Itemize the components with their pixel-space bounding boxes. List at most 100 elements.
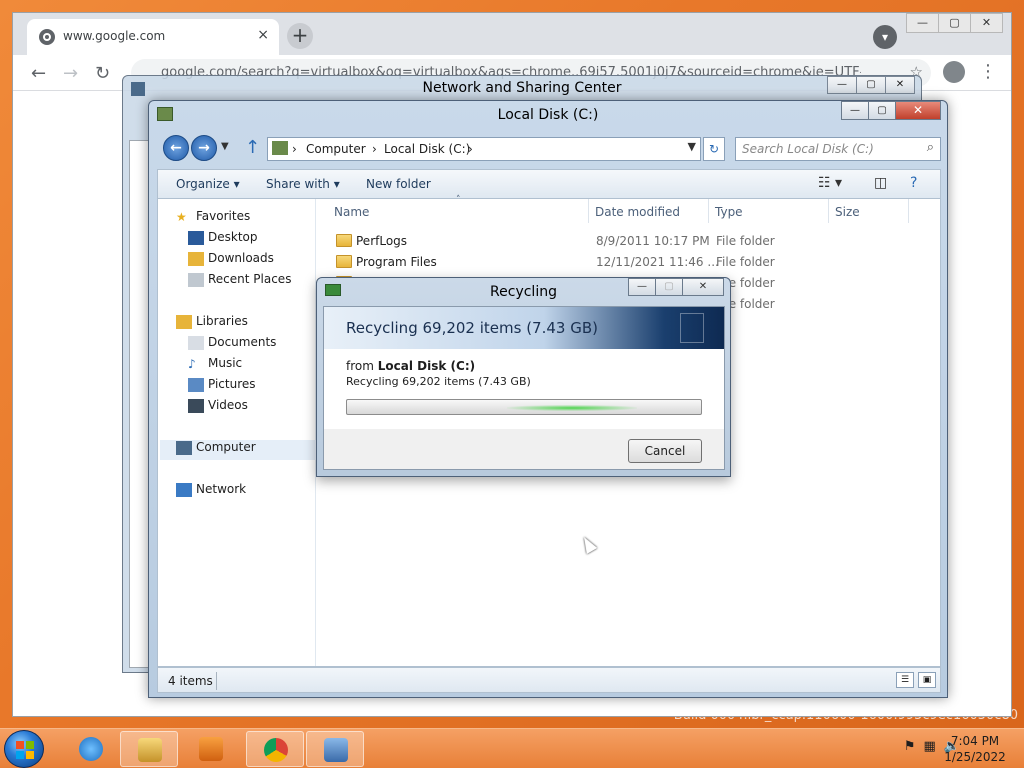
file-row[interactable]: Program Files 12/11/2021 11:46 ... File … [318,252,940,273]
nav-favorites[interactable]: ★ Favorites [176,209,250,229]
network-window-title: Network and Sharing Center [422,80,622,96]
nav-downloads[interactable]: Downloads [188,251,274,271]
source-drive: Local Disk (C:) [377,359,476,373]
desktop-icon [188,230,204,245]
large-icons-view-icon[interactable]: ▣ [918,672,936,688]
videos-icon [188,398,204,413]
breadcrumb-separator[interactable]: › [468,142,473,156]
preview-pane-icon[interactable]: ◫ [874,175,887,191]
file-row[interactable]: PerfLogs 8/9/2011 10:17 PM File folder [318,231,940,252]
address-bar-explorer[interactable]: › Computer › Local Disk (C:) › ▼ [267,137,701,161]
account-avatar[interactable] [943,61,965,83]
taskbar-ie[interactable] [62,731,120,767]
help-icon[interactable]: ? [910,175,917,191]
nav-network[interactable]: Network [176,482,246,502]
breadcrumb-separator[interactable]: › [292,142,297,156]
column-name[interactable]: Name [334,205,369,219]
dialog-minimize-button[interactable]: — [628,278,656,296]
taskbar-explorer[interactable] [120,731,178,767]
taskbar-chrome[interactable] [246,731,304,767]
network-maximize-button[interactable]: ▢ [856,76,886,94]
folder-icon [336,234,352,247]
action-center-icon[interactable]: ⚑ [904,739,916,754]
navigation-pane: ★ Favorites Desktop Downloads Recent Plac… [158,199,316,666]
chrome-menu-icon[interactable]: ⋮ [979,61,997,82]
explorer-search-input[interactable]: Search Local Disk (C:) ⌕ [735,137,941,161]
chrome-maximize-button[interactable]: ▢ [938,13,971,33]
share-with-menu[interactable]: Share with ▾ [266,177,340,191]
tab-close-button[interactable]: × [257,27,269,43]
explorer-minimize-button[interactable]: — [841,101,869,120]
nav-computer[interactable]: Computer [160,440,316,460]
forward-button[interactable]: → [191,135,217,161]
network-minimize-button[interactable]: — [827,76,857,94]
up-arrow-icon[interactable]: ↑ [245,137,260,158]
nav-videos[interactable]: Videos [188,398,248,418]
breadcrumb-local-disk[interactable]: Local Disk (C:) [384,142,470,156]
column-type[interactable]: Type [715,205,743,219]
chrome-close-button[interactable]: ✕ [970,13,1003,33]
change-view-icon[interactable]: ☷ ▾ [818,175,842,191]
explorer-title: Local Disk (C:) [497,107,599,123]
chrome-tabstrip: www.google.com × + ▾ — ▢ ✕ [13,13,1011,55]
clock-time: 7:04 PM [950,734,1000,748]
star-icon: ★ [176,209,187,224]
dialog-body: Recycling 69,202 items (7.43 GB) from Lo… [323,306,725,470]
nav-documents[interactable]: Documents [188,335,276,355]
forward-arrow-icon[interactable]: → [63,63,78,84]
taskbar: ⚑ ▦ 🔈 7:04 PM 1/25/2022 [0,728,1024,768]
organize-menu[interactable]: Organize ▾ [176,177,240,191]
tab-search-button[interactable]: ▾ [873,25,897,49]
dialog-close-button[interactable]: ✕ [682,278,724,296]
breadcrumb-separator[interactable]: › [372,142,377,156]
folder-icon [336,255,352,268]
progress-glow [507,405,637,411]
column-date-modified[interactable]: Date modified [595,205,680,219]
taskbar-media-player[interactable] [182,731,240,767]
globe-icon [39,29,55,45]
recent-pages-dropdown[interactable]: ▼ [221,141,229,152]
recent-places-icon [188,272,204,287]
new-tab-button[interactable]: + [287,23,313,49]
explorer-close-button[interactable]: ✕ [895,101,941,120]
start-button[interactable] [4,730,44,768]
back-arrow-icon[interactable]: ← [31,63,46,84]
column-divider[interactable] [828,199,829,223]
banner-decoration [680,313,704,343]
back-button[interactable]: ← [163,135,189,161]
media-player-icon [199,737,223,761]
chrome-tab[interactable]: www.google.com × [27,19,279,55]
dialog-banner: Recycling 69,202 items (7.43 GB) [324,307,724,349]
column-divider[interactable] [588,199,589,223]
explorer-navbar: ← → ▼ ↑ › Computer › Local Disk (C:) › ▼… [163,135,941,163]
network-tray-icon[interactable]: ▦ [924,739,936,754]
taskbar-clock[interactable]: 7:04 PM 1/25/2022 [940,733,1010,765]
column-size[interactable]: Size [835,205,860,219]
recycling-dialog: Recycling — ▢ ✕ Recycling 69,202 items (… [316,277,731,477]
column-divider[interactable] [708,199,709,223]
column-divider[interactable] [908,199,909,223]
nav-desktop[interactable]: Desktop [188,230,258,250]
refresh-button[interactable]: ↻ [703,137,725,161]
internet-explorer-icon [79,737,103,761]
nav-pictures[interactable]: Pictures [188,377,256,397]
details-view-icon[interactable]: ☰ [896,672,914,688]
reload-icon[interactable]: ↻ [95,63,110,84]
documents-icon [188,335,204,350]
nav-music[interactable]: ♪ Music [188,356,242,376]
banner-text: Recycling 69,202 items (7.43 GB) [346,319,598,337]
network-close-button[interactable]: ✕ [885,76,915,94]
sort-arrow-icon: ˄ [456,195,461,205]
taskbar-control-panel[interactable] [306,731,364,767]
new-folder-button[interactable]: New folder [366,177,431,191]
network-icon [176,482,192,497]
nav-recent-places[interactable]: Recent Places [188,272,291,292]
address-dropdown-icon[interactable]: ▼ [688,140,696,153]
explorer-maximize-button[interactable]: ▢ [868,101,896,120]
downloads-icon [188,251,204,266]
nav-libraries[interactable]: Libraries [176,314,248,334]
network-window-controls: — ▢ ✕ [827,76,915,94]
chrome-minimize-button[interactable]: — [906,13,939,33]
breadcrumb-computer[interactable]: Computer [306,142,366,156]
cancel-button[interactable]: Cancel [628,439,702,463]
